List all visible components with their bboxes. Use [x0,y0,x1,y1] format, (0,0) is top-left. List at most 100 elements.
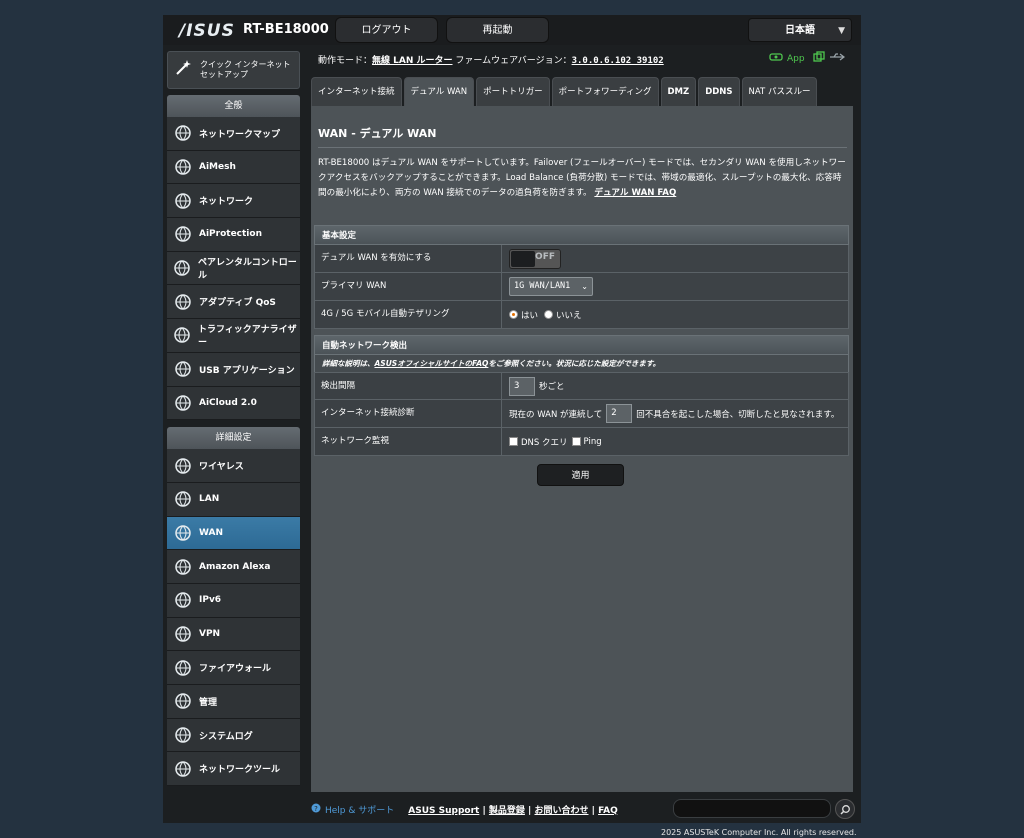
dns-query-checkbox[interactable] [509,437,518,446]
logout-button[interactable]: ログアウト [335,17,438,43]
sidebar-item-syslog[interactable]: システムログ [167,718,300,753]
search-button[interactable] [835,799,855,819]
model-name: RT-BE18000 [243,22,329,37]
failure-count-input[interactable]: 2 [606,404,633,423]
sidebar-item-firewall[interactable]: ファイアウォール [167,651,300,685]
mobile-tethering-row: 4G / 5G モバイル自動テザリング はい いいえ [314,301,849,329]
tab-3[interactable]: ポートフォワーディング [551,77,659,106]
sidebar-item-label: アダプティブ QoS [199,298,276,309]
admin-gear-icon [173,691,193,711]
sidebar-item-globe[interactable]: ネットワーク [167,184,300,219]
asus-support-link[interactable]: ASUS Support [408,806,479,816]
reboot-button[interactable]: 再起動 [446,17,549,43]
detect-interval-input[interactable]: 3 [509,376,535,396]
sidebar-item-label: ネットワークツール [199,765,281,776]
tab-5[interactable]: DDNS [698,77,740,106]
app-icon[interactable] [769,52,783,65]
cloud-icon [173,393,193,413]
mode-label: 動作モード： [318,56,373,66]
enable-dual-wan-row: デュアル WAN を有効にする OFF [314,245,849,273]
status-line: 動作モード：無線 LAN ルーター ファームウェアバージョン：3.0.0.6.1… [318,53,664,66]
network-monitor-label: ネットワーク監視 [315,428,502,455]
tab-1[interactable]: デュアル WAN [403,77,475,106]
app-label[interactable]: App [787,54,805,64]
dual-wan-faq-link[interactable]: デュアル WAN FAQ [594,188,676,198]
asus-logo: /ISUS [179,21,235,41]
detect-interval-row: 検出間隔 3 秒ごと [314,372,849,400]
sidebar-item-shield[interactable]: AiProtection [167,218,300,252]
aimesh-icon [173,157,193,177]
advanced-menu: ワイヤレス LAN WAN Amazon Alexa IPv6 VPN ファイアウォール 管理… [167,449,300,787]
language-select[interactable]: 日本語 ▼ [748,18,852,42]
quick-setup-button[interactable]: クイック インターネット セットアップ [167,51,300,89]
status-icons: App [769,51,845,66]
mobile-no-label: いいえ [556,310,582,321]
sidebar-item-label: AiProtection [199,229,262,240]
usb-status-icon[interactable] [829,52,845,65]
sidebar-item-label: AiCloud 2.0 [199,397,257,408]
sidebar-item-lan[interactable]: LAN [167,482,300,517]
ping-label: Ping [583,436,602,447]
syslog-icon [173,725,193,745]
note-suffix: をご参照ください。状況に応じた設定ができます。 [488,359,661,368]
diag-suffix: 回不具合を起こした場合、切断したと見なされます。 [636,409,840,420]
firmware-link[interactable]: 3.0.0.6.102_39102 [572,56,664,66]
sidebar-item-network-map[interactable]: ネットワークマップ [167,117,300,151]
faq-link[interactable]: FAQ [598,806,618,816]
mobile-yes-radio[interactable] [509,310,518,319]
product-registration-link[interactable]: 製品登録 [489,806,525,816]
tab-6[interactable]: NAT パススルー [741,77,818,106]
toggle-knob [511,250,535,267]
primary-wan-row: プライマリ WAN 1G WAN/LAN1 ⌄ [314,273,849,301]
chevron-down-icon: ▼ [838,26,845,36]
sidebar-item-vpn[interactable]: VPN [167,617,300,652]
sidebar-item-admin-gear[interactable]: 管理 [167,685,300,719]
traffic-icon [173,325,192,345]
search-input[interactable] [673,799,831,818]
sidebar-item-usb[interactable]: USB アプリケーション [167,352,300,387]
sidebar: クイック インターネット セットアップ 全般 ネットワークマップ AiMesh ネッ… [167,51,300,787]
sidebar-item-label: トラフィックアナライザー [197,325,297,349]
sidebar-item-label: ネットワークマップ [199,129,281,140]
sidebar-item-family[interactable]: ペアレンタルコントロール [167,251,300,286]
detect-interval-label: 検出間隔 [315,373,502,399]
sidebar-item-label: 管理 [199,697,218,708]
sidebar-item-label: ファイアウォール [199,664,272,675]
sidebar-item-tools[interactable]: ネットワークツール [167,752,300,787]
wifi-icon [173,456,193,476]
family-icon [173,258,192,278]
sidebar-item-ipv6[interactable]: IPv6 [167,583,300,618]
page-description: RT-BE18000 はデュアル WAN をサポートしています。Failover… [318,156,850,201]
sidebar-item-alexa[interactable]: Amazon Alexa [167,550,300,584]
router-admin-window: /ISUS RT-BE18000 ログアウト 再起動 日本語 ▼ クイック イン… [163,15,861,823]
dns-query-label: DNS クエリ [521,437,568,448]
mobile-no-radio[interactable] [544,310,554,319]
network-monitor-row: ネットワーク監視 DNS クエリ Ping [314,428,849,456]
primary-wan-select[interactable]: 1G WAN/LAN1 ⌄ [509,277,593,296]
sidebar-item-wifi[interactable]: ワイヤレス [167,449,300,483]
apply-button[interactable]: 適用 [537,464,624,486]
sidebar-item-cloud[interactable]: AiCloud 2.0 [167,386,300,421]
asus-faq-link[interactable]: ASUSオフィシャルサイトのFAQ [375,359,489,368]
dual-wan-toggle[interactable]: OFF [509,248,561,269]
sidebar-item-label: ペアレンタルコントロール [197,258,297,282]
wizard-icon [174,58,194,82]
ping-checkbox[interactable] [571,437,581,446]
contact-link[interactable]: お問い合わせ [534,806,588,816]
copy-status-icon[interactable] [812,51,825,66]
primary-wan-value: 1G WAN/LAN1 [514,281,571,291]
network-detection-header: 自動ネットワーク検出 [314,335,849,355]
sidebar-item-gauge[interactable]: アダプティブ QoS [167,285,300,320]
tab-2[interactable]: ポートトリガー [476,77,550,106]
detection-note: 詳細な説明は、ASUSオフィシャルサイトのFAQをご参照ください。状況に応じた設… [314,355,849,372]
description-text: RT-BE18000 はデュアル WAN をサポートしています。Failover… [318,158,846,198]
mode-link[interactable]: 無線 LAN ルーター [372,56,453,66]
tab-0[interactable]: インターネット接続 [311,77,402,106]
vpn-icon [173,624,193,644]
sidebar-item-traffic[interactable]: トラフィックアナライザー [167,319,300,353]
sidebar-item-wan-globe[interactable]: WAN [167,516,300,551]
sidebar-item-aimesh[interactable]: AiMesh [167,150,300,185]
advanced-section-header: 詳細設定 [167,427,300,450]
tab-4[interactable]: DMZ [660,77,697,106]
sidebar-item-label: VPN [199,628,221,639]
